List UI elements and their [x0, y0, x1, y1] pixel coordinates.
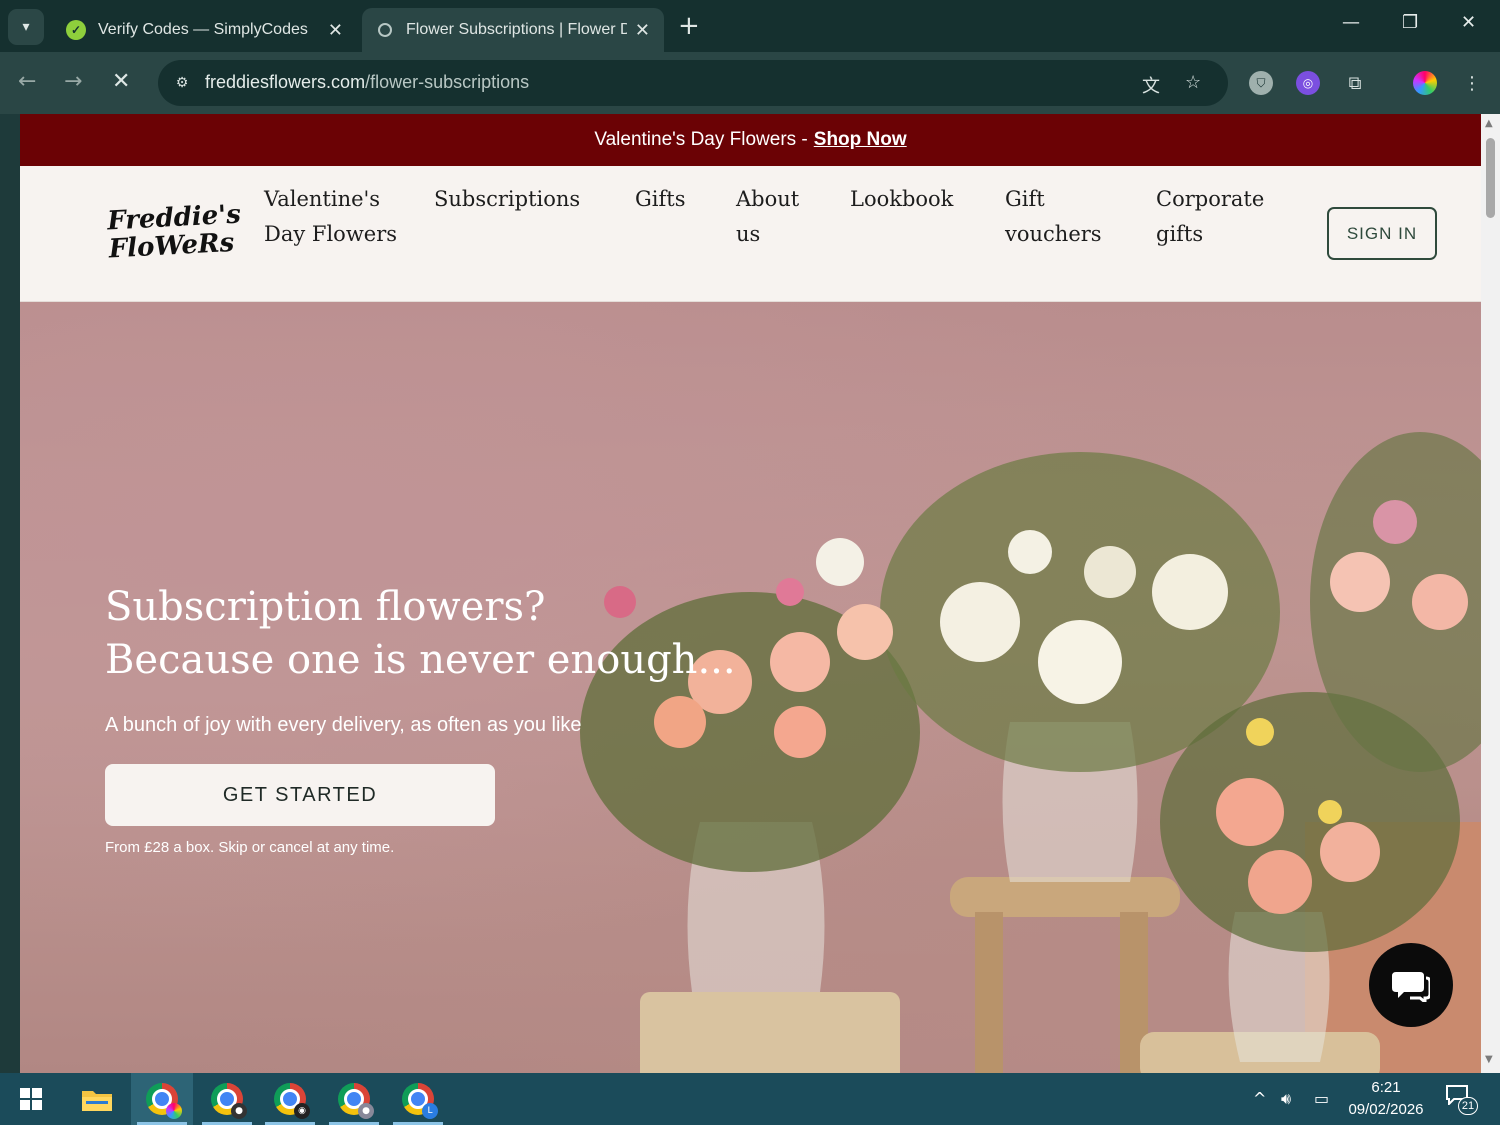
url-text[interactable]: freddiesflowers.com/flower-subscriptions	[205, 72, 529, 93]
notification-center-icon[interactable]: 21	[1446, 1085, 1478, 1115]
hero-subtitle: A bunch of joy with every delivery, as o…	[105, 714, 582, 736]
chrome-menu-icon[interactable]: ⋮	[1460, 71, 1484, 95]
nav-about-us[interactable]: About us	[736, 182, 816, 252]
restore-window-icon[interactable]: ❐	[1402, 12, 1418, 33]
promo-text: Valentine's Day Flowers -	[594, 129, 808, 150]
windows-taskbar: ● ◉ ● L ^ 🔊︎ ▭ 6:21 09/02/2026 21	[0, 1073, 1500, 1125]
address-bar[interactable]: ⚙ freddiesflowers.com/flower-subscriptio…	[158, 60, 1228, 106]
chrome-profile-3-icon[interactable]: ◉	[259, 1073, 321, 1125]
forward-arrow-icon[interactable]: →	[64, 68, 82, 96]
hero-title-line1: Subscription flowers?	[105, 584, 546, 630]
clock-date: 09/02/2026	[1348, 1101, 1424, 1118]
translate-icon[interactable]: 文	[1142, 72, 1160, 98]
close-tab-icon[interactable]: ✕	[635, 20, 650, 41]
chrome-profile-1-icon[interactable]	[131, 1073, 193, 1125]
tab-title: Flower Subscriptions | Flower D	[406, 21, 627, 38]
network-icon[interactable]: ▭	[1314, 1089, 1329, 1108]
shield-extension-icon[interactable]: ⛉	[1249, 71, 1273, 95]
hero-title-line2: Because one is never enough...	[105, 637, 736, 683]
scroll-up-arrow-icon[interactable]: ▲	[1485, 118, 1493, 129]
globe-icon	[378, 23, 392, 37]
nav-gift-vouchers[interactable]: Gift vouchers	[1005, 182, 1125, 252]
notification-count-badge: 21	[1458, 1097, 1478, 1115]
page-scrollbar[interactable]: ▲ ▼	[1481, 114, 1500, 1073]
nav-lookbook[interactable]: Lookbook	[850, 182, 953, 217]
browser-tab-bar: ▾ ✓ Verify Codes — SimplyCodes ✕ Flower …	[0, 0, 1500, 52]
hero-flower-image	[580, 432, 1481, 1073]
file-explorer-icon[interactable]	[66, 1073, 128, 1125]
extensions-puzzle-icon[interactable]: ⧉	[1343, 71, 1367, 95]
chrome-profile-5-icon[interactable]: L	[387, 1073, 449, 1125]
nav-corporate-gifts[interactable]: Corporate gifts	[1156, 182, 1286, 252]
profile-avatar-icon[interactable]	[1413, 71, 1437, 95]
chat-bubble-icon[interactable]	[1369, 943, 1453, 1027]
extension-purple-icon[interactable]: ◎	[1296, 71, 1320, 95]
nav-subscriptions[interactable]: Subscriptions	[434, 182, 580, 217]
stop-loading-icon[interactable]: ✕	[112, 68, 130, 96]
minimize-icon[interactable]: —	[1342, 12, 1360, 33]
scrollbar-thumb[interactable]	[1486, 138, 1495, 218]
sign-in-button[interactable]: SIGN IN	[1327, 207, 1437, 260]
pricing-note: From £28 a box. Skip or cancel at any ti…	[105, 839, 395, 856]
chrome-profile-4-icon[interactable]: ●	[323, 1073, 385, 1125]
back-arrow-icon[interactable]: ←	[18, 68, 36, 96]
site-settings-icon[interactable]: ⚙	[170, 71, 194, 95]
simplycodes-check-icon: ✓	[66, 20, 86, 40]
hero-title: Subscription flowers? Because one is nev…	[105, 581, 865, 687]
nav-valentines-day-flowers[interactable]: Valentine's Day Flowers	[264, 182, 404, 252]
chrome-profile-2-icon[interactable]: ●	[196, 1073, 258, 1125]
tab-search-chevron-icon[interactable]: ▾	[8, 9, 44, 45]
get-started-button[interactable]: GET STARTED	[105, 764, 495, 826]
clock-time: 6:21	[1371, 1079, 1401, 1096]
close-window-icon[interactable]: ✕	[1461, 12, 1476, 33]
freddies-flowers-logo[interactable]: Freddie's FloWeRs	[107, 200, 243, 265]
shop-now-link[interactable]: Shop Now	[814, 129, 907, 151]
web-page: Valentine's Day Flowers - Shop Now Fredd…	[20, 114, 1481, 1073]
new-tab-plus-icon[interactable]: +	[678, 12, 700, 40]
tab-simplycodes[interactable]: ✓ Verify Codes — SimplyCodes ✕	[52, 8, 357, 52]
scroll-down-arrow-icon[interactable]: ▼	[1485, 1054, 1493, 1065]
promo-banner: Valentine's Day Flowers - Shop Now	[20, 114, 1481, 166]
nav-gifts[interactable]: Gifts	[635, 182, 685, 217]
show-hidden-icons-chevron-icon[interactable]: ^	[1253, 1089, 1266, 1108]
system-clock[interactable]: 6:21 09/02/2026	[1340, 1077, 1432, 1121]
windows-start-icon[interactable]	[0, 1073, 62, 1125]
volume-icon[interactable]: 🔊︎	[1281, 1089, 1291, 1109]
site-header: Freddie's FloWeRs Valentine's Day Flower…	[20, 166, 1481, 302]
close-tab-icon[interactable]: ✕	[328, 20, 343, 41]
tab-title: Verify Codes — SimplyCodes	[98, 21, 308, 38]
hero-banner: Subscription flowers? Because one is nev…	[20, 302, 1481, 1073]
bookmark-star-icon[interactable]: ☆	[1185, 72, 1201, 93]
browser-toolbar: ← → ✕ ⚙ freddiesflowers.com/flower-subsc…	[0, 52, 1500, 114]
tab-flower-subscriptions[interactable]: Flower Subscriptions | Flower D ✕	[362, 8, 664, 52]
